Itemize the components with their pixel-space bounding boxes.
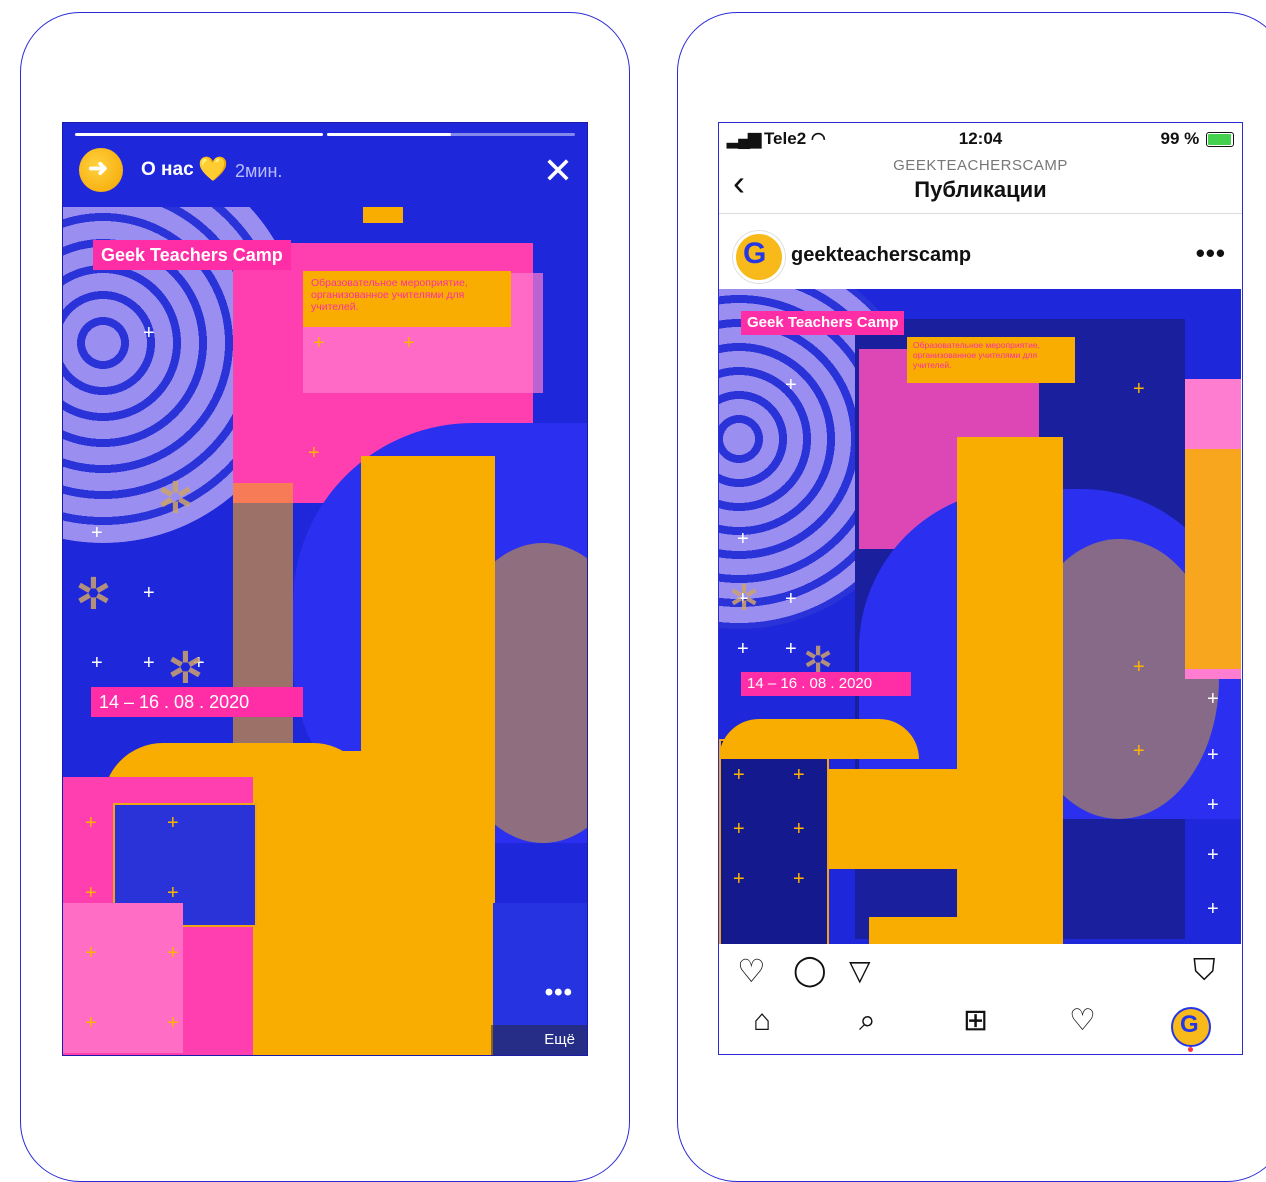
heart-emoji-icon: 💛 — [198, 156, 228, 183]
battery-icon — [1206, 132, 1234, 148]
nav-subtitle: GEEKTEACHERSCAMP — [893, 157, 1068, 174]
more-options-icon[interactable]: ••• — [545, 979, 573, 1007]
battery: 99 % — [1161, 129, 1234, 149]
event-dates-tag: 14 – 16 . 08 . 2020 — [91, 687, 303, 717]
arrow-icon: ➜ — [88, 155, 109, 182]
add-post-icon[interactable]: ⊞ — [963, 1005, 988, 1037]
logo-glyph: G — [1180, 1011, 1199, 1038]
battery-level: 99 % — [1160, 129, 1200, 148]
post-event-name-tag: Geek Teachers Camp — [741, 311, 905, 335]
story-progress-2 — [327, 133, 575, 136]
story-progress-1 — [75, 133, 323, 136]
story-account-label[interactable]: О нас — [141, 159, 194, 181]
instagram-post-screen: ▂▄▆ Tele2 ◠ 12:04 99 % ‹ GEEKTEACHERSCAM… — [718, 122, 1243, 1055]
bookmark-icon[interactable]: ⛉ — [1193, 955, 1216, 987]
event-description: Образовательное мероприятие, организован… — [303, 271, 511, 327]
notification-dot — [1188, 1047, 1193, 1052]
profile-tab-avatar[interactable]: G — [1171, 1007, 1211, 1047]
logo-glyph: G — [743, 237, 767, 270]
status-bar: ▂▄▆ Tele2 ◠ 12:04 99 % — [719, 123, 1242, 153]
more-button[interactable]: Ещё — [491, 1025, 587, 1055]
story-avatar[interactable]: ➜ — [79, 148, 123, 192]
close-icon[interactable]: ✕ — [543, 153, 573, 189]
story-time-ago: 2мин. — [235, 161, 283, 181]
comment-icon[interactable]: ◯ — [793, 955, 827, 987]
search-icon[interactable]: ⌕ — [859, 1005, 876, 1037]
post-actions: ♡ ◯ ▽ ⛉ — [719, 953, 1242, 999]
home-icon[interactable]: ⌂ — [753, 1005, 771, 1037]
post-event-description: Образовательное мероприятие, организован… — [907, 337, 1075, 383]
like-heart-icon[interactable]: ♡ — [737, 955, 766, 987]
nav-title: Публикации — [914, 177, 1047, 202]
story-screen[interactable]: + + + + + + + + + + + + + + + + + ✲ ✲ ✲ … — [62, 122, 588, 1056]
post-username[interactable]: geekteacherscamp — [791, 244, 971, 267]
post-image[interactable]: + + + + + + + + + + + + + + + + + + + + … — [719, 289, 1241, 944]
event-name-tag: Geek Teachers Camp — [93, 240, 291, 270]
post-avatar[interactable]: G — [733, 231, 785, 283]
more-options-icon[interactable]: ••• — [1196, 238, 1226, 269]
share-send-icon[interactable]: ▽ — [849, 955, 871, 987]
bottom-tab-bar: ⌂ ⌕ ⊞ ♡ G — [719, 999, 1242, 1054]
activity-heart-icon[interactable]: ♡ — [1069, 1005, 1096, 1037]
post-event-dates-tag: 14 – 16 . 08 . 2020 — [741, 672, 911, 696]
post-header: G geekteacherscamp ••• — [719, 214, 1242, 289]
nav-bar: ‹ GEEKTEACHERSCAMP Публикации — [719, 153, 1242, 214]
